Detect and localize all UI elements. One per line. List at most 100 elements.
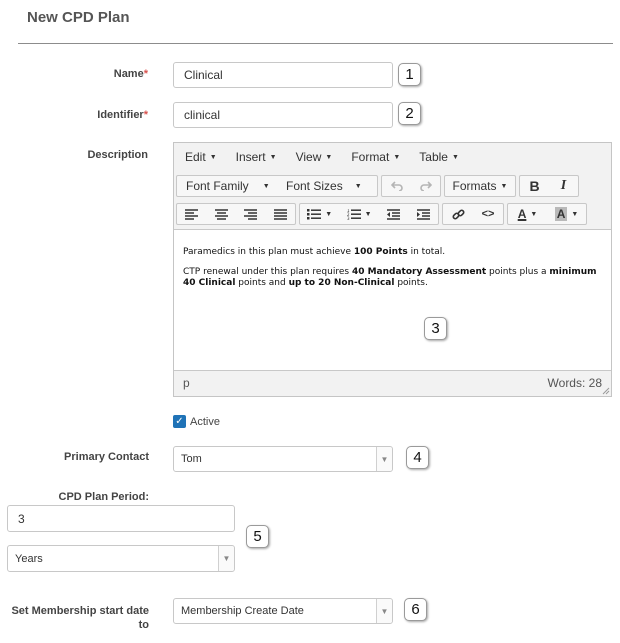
outdent-icon <box>387 208 401 220</box>
chevron-down-icon: ▼ <box>262 182 270 190</box>
chevron-down-icon: ▼ <box>376 599 392 623</box>
checkmark-icon: ✓ <box>175 416 184 427</box>
plan-period-label: CPD Plan Period: <box>58 491 149 503</box>
bullet-list-button[interactable]: ▼ <box>300 204 339 224</box>
identifier-input[interactable]: clinical <box>173 102 393 128</box>
outdent-button[interactable] <box>379 204 409 224</box>
title-divider <box>18 43 613 44</box>
indent-icon <box>416 208 430 220</box>
background-color-button[interactable]: A ▼ <box>547 204 586 224</box>
chevron-down-icon: ▼ <box>325 210 333 218</box>
align-justify-icon <box>273 208 287 220</box>
align-center-icon <box>214 208 228 220</box>
editor-menubar: Edit ▼ Insert ▼ View ▼ Format ▼ Table ▼ <box>174 143 611 171</box>
chevron-down-icon: ▼ <box>269 154 277 162</box>
primary-contact-value: Tom <box>181 453 202 465</box>
membership-start-select[interactable]: Membership Create Date ▼ <box>173 598 393 624</box>
menu-format[interactable]: Format ▼ <box>351 150 400 164</box>
chevron-down-icon: ▼ <box>500 182 508 190</box>
bullet-list-icon <box>307 208 322 219</box>
name-input[interactable]: Clinical <box>173 62 393 88</box>
callout-4: 4 <box>406 446 429 469</box>
element-path[interactable]: p <box>183 376 190 390</box>
plan-period-value: 3 <box>18 511 25 526</box>
font-sizes-dropdown[interactable]: Font Sizes ▼ <box>277 176 377 196</box>
primary-contact-select[interactable]: Tom ▼ <box>173 446 393 472</box>
chevron-down-icon: ▼ <box>354 182 362 190</box>
callout-3: 3 <box>424 317 447 340</box>
code-icon: <> <box>481 208 495 220</box>
numbered-list-icon: 123 <box>347 209 361 220</box>
description-label: Description <box>87 149 148 161</box>
content-paragraph-2: CTP renewal under this plan requires 40 … <box>183 267 597 288</box>
source-code-button[interactable]: <> <box>473 204 503 224</box>
align-right-icon <box>244 208 258 220</box>
identifier-label: Identifier* <box>97 109 148 121</box>
callout-1: 1 <box>398 63 421 86</box>
redo-button[interactable] <box>411 176 440 196</box>
list-indent-group: ▼ 123 ▼ <box>299 203 439 225</box>
membership-start-value: Membership Create Date <box>181 605 304 617</box>
link-icon <box>451 208 465 220</box>
identifier-value: clinical <box>184 108 221 122</box>
menu-edit[interactable]: Edit ▼ <box>185 150 217 164</box>
plan-period-unit: Years <box>15 552 43 565</box>
chevron-down-icon: ▼ <box>218 546 234 571</box>
align-right-button[interactable] <box>236 204 266 224</box>
undo-button[interactable] <box>382 176 411 196</box>
plan-period-unit-select[interactable]: Years ▼ <box>7 545 235 572</box>
editor-statusbar: p Words: 28 <box>174 368 611 396</box>
primary-contact-label: Primary Contact <box>64 451 149 463</box>
align-left-icon <box>185 208 199 220</box>
bold-button[interactable]: B <box>520 176 549 196</box>
chevron-down-icon: ▼ <box>209 154 217 162</box>
align-center-button[interactable] <box>207 204 237 224</box>
undo-icon <box>390 181 403 191</box>
page-title: New CPD Plan <box>27 9 130 26</box>
chevron-down-icon: ▼ <box>571 210 579 218</box>
align-left-button[interactable] <box>177 204 207 224</box>
chevron-down-icon: ▼ <box>393 154 401 162</box>
formats-dropdown[interactable]: Formats ▼ <box>445 176 515 196</box>
font-family-dropdown[interactable]: Font Family ▼ <box>177 176 277 196</box>
content-paragraph-1: Paramedics in this plan must achieve 100… <box>183 247 446 257</box>
align-justify-button[interactable] <box>266 204 296 224</box>
italic-button[interactable]: I <box>549 176 578 196</box>
svg-text:3: 3 <box>347 216 350 220</box>
callout-5: 5 <box>246 525 269 548</box>
font-color-icon: A <box>517 207 527 221</box>
chevron-down-icon: ▼ <box>325 154 333 162</box>
editor-toolbar-row-1: Font Family ▼ Font Sizes ▼ Formats ▼ B I <box>174 172 611 200</box>
link-button[interactable] <box>443 204 473 224</box>
chevron-down-icon: ▼ <box>364 210 372 218</box>
name-label: Name* <box>113 68 148 80</box>
name-value: Clinical <box>184 68 223 82</box>
callout-6: 6 <box>404 598 427 621</box>
menu-view[interactable]: View ▼ <box>296 150 333 164</box>
align-group <box>176 203 296 225</box>
active-checkbox[interactable]: ✓ <box>173 415 186 428</box>
editor-content[interactable]: Paramedics in this plan must achieve 100… <box>174 229 611 371</box>
history-group <box>381 175 441 197</box>
description-editor: Edit ▼ Insert ▼ View ▼ Format ▼ Table ▼ Font … <box>173 142 612 397</box>
style-group: B I <box>519 175 579 197</box>
formats-group: Formats ▼ <box>444 175 516 197</box>
callout-2: 2 <box>398 102 421 125</box>
menu-insert[interactable]: Insert ▼ <box>236 150 277 164</box>
redo-icon <box>419 181 432 191</box>
plan-period-value-input[interactable]: 3 <box>7 505 235 532</box>
text-color-button[interactable]: A ▼ <box>508 204 547 224</box>
color-group: A ▼ A ▼ <box>507 203 587 225</box>
background-color-icon: A <box>554 207 568 221</box>
font-picker-group: Font Family ▼ Font Sizes ▼ <box>176 175 378 197</box>
menu-table[interactable]: Table ▼ <box>419 150 459 164</box>
indent-button[interactable] <box>408 204 438 224</box>
chevron-down-icon: ▼ <box>376 447 392 471</box>
numbered-list-button[interactable]: 123 ▼ <box>339 204 378 224</box>
chevron-down-icon: ▼ <box>530 210 538 218</box>
resize-handle-icon[interactable] <box>602 387 610 395</box>
word-count: Words: 28 <box>547 376 602 390</box>
link-code-group: <> <box>442 203 504 225</box>
editor-toolbar-row-2: ▼ 123 ▼ <> A ▼ A ▼ <box>174 200 611 228</box>
chevron-down-icon: ▼ <box>451 154 459 162</box>
